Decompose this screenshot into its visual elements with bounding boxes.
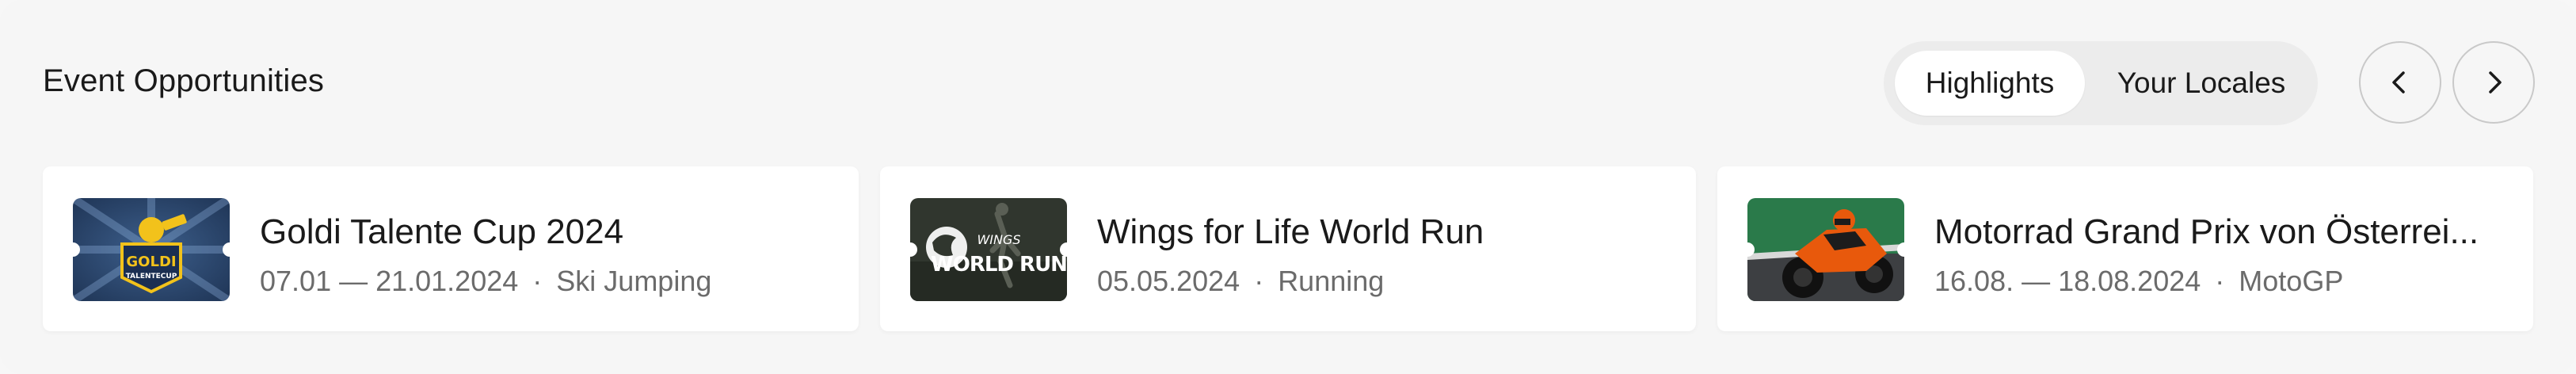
event-title: Wings for Life World Run [1097, 212, 1484, 251]
event-card[interactable]: GOLDI TALENTECUP Goldi Talente Cup 2024 … [43, 166, 859, 331]
next-button[interactable] [2452, 41, 2535, 124]
event-sport: MotoGP [2239, 265, 2344, 297]
event-title: Motorrad Grand Prix von Österrei... [1934, 212, 2479, 251]
tab-switcher: Highlights Your Locales [1884, 41, 2318, 125]
chevron-left-icon [2392, 71, 2405, 94]
event-dates: 07.01 — 21.01.2024 [260, 265, 519, 297]
event-dates: 16.08. — 18.08.2024 [1934, 265, 2201, 297]
event-thumbnail: GOLDI TALENTECUP [73, 198, 230, 301]
meta-separator: · [2215, 265, 2225, 297]
meta-separator: · [1254, 265, 1264, 297]
goldi-logo-text: GOLDI [126, 254, 176, 270]
event-card[interactable]: WINGS WORLD RUN Wings for Life World Run… [880, 166, 1696, 331]
talentecup-logo-text: TALENTECUP [126, 273, 177, 280]
event-opportunities-panel: Event Opportunities Highlights Your Loca… [0, 0, 2576, 374]
event-title: Goldi Talente Cup 2024 [260, 212, 624, 251]
chevron-right-icon [2489, 71, 2502, 94]
previous-button[interactable] [2359, 41, 2441, 124]
section-title: Event Opportunities [43, 63, 325, 98]
wings-logo-text: WINGS [977, 232, 1020, 247]
event-meta: 16.08. — 18.08.2024 · MotoGP [1934, 265, 2343, 298]
tab-highlights[interactable]: Highlights [1895, 51, 2085, 116]
event-meta: 05.05.2024 · Running [1097, 265, 1384, 298]
meta-separator: · [532, 265, 543, 297]
event-card[interactable]: Motorrad Grand Prix von Österrei... 16.0… [1717, 166, 2533, 331]
event-sport: Running [1278, 265, 1385, 297]
event-meta: 07.01 — 21.01.2024 · Ski Jumping [260, 265, 711, 298]
event-thumbnail [1747, 198, 1904, 301]
event-dates: 05.05.2024 [1097, 265, 1240, 297]
tab-your-locales[interactable]: Your Locales [2094, 51, 2308, 116]
event-sport: Ski Jumping [556, 265, 712, 297]
event-thumbnail: WINGS WORLD RUN [910, 198, 1067, 301]
world-run-logo-text: WORLD RUN [931, 253, 1067, 277]
